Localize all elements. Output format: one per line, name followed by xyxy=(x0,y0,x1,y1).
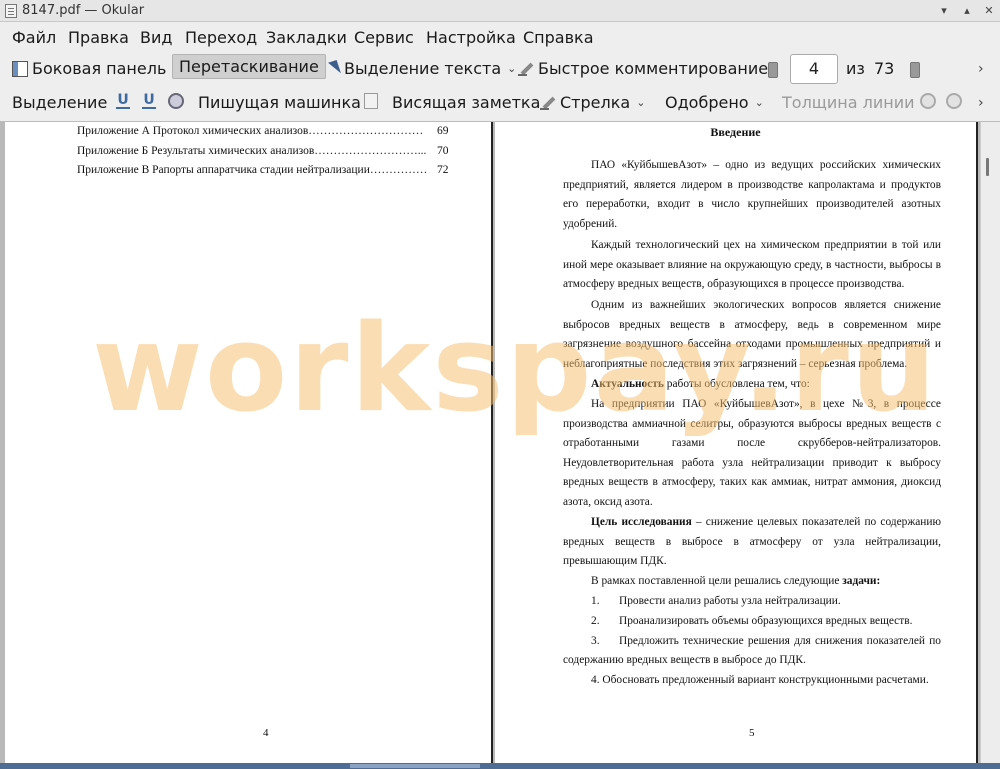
window-title: 8147.pdf — Okular xyxy=(22,3,145,18)
paragraph-text: В рамках поставленной цели решались след… xyxy=(591,575,843,587)
horizontal-scrollbar[interactable] xyxy=(0,763,1000,769)
opacity-tool[interactable] xyxy=(946,93,962,109)
bold-term: Актуальность xyxy=(591,378,664,390)
menu-bookmarks[interactable]: Закладки xyxy=(266,28,347,47)
list-item: Проанализировать объемы образующихся вре… xyxy=(619,615,913,627)
page-number: 4 xyxy=(263,727,269,739)
page-divider xyxy=(491,122,493,763)
stamp-circle-icon xyxy=(168,93,184,109)
pen-icon xyxy=(518,61,534,77)
list-item-number: 1. xyxy=(591,595,600,607)
list-item: Предложить технические решения для сниже… xyxy=(619,635,941,647)
underline-icon: U xyxy=(116,92,130,109)
vertical-scrollbar[interactable] xyxy=(980,122,1000,763)
toc-entry-page: 69 xyxy=(437,125,449,137)
squiggle-tool[interactable]: U xyxy=(142,93,156,109)
menu-edit[interactable]: Правка xyxy=(68,28,129,47)
list-item: 4. Обосновать предложенный вариант конст… xyxy=(591,674,929,686)
menu-view[interactable]: Вид xyxy=(140,28,172,47)
underline-tool[interactable]: U xyxy=(116,93,130,109)
toc-entry-page: 70 xyxy=(437,145,449,157)
maximize-icon[interactable]: ▴ xyxy=(960,4,974,18)
paragraph: Одним из важнейших экологических вопросо… xyxy=(563,299,941,370)
sidebar-label: Боковая панель xyxy=(32,59,167,78)
quick-comment-button[interactable]: Быстрое комментирование xyxy=(518,59,768,78)
toolbar-overflow-icon[interactable]: › xyxy=(978,95,984,111)
chevron-down-icon[interactable]: ⌄ xyxy=(636,96,645,109)
sticky-note-button[interactable]: Висящая заметка xyxy=(392,93,540,112)
text-select-label: Выделение текста xyxy=(344,59,502,78)
page-of-label: из xyxy=(846,59,865,78)
strikeout-tool[interactable] xyxy=(168,93,184,109)
paragraph: ПАО «КуйбышевАзот» – одно из ведущих рос… xyxy=(563,159,941,230)
toc-entry-page: 72 xyxy=(437,164,449,176)
previous-page-icon[interactable] xyxy=(768,62,778,78)
annotation-toolbar: Выделение U U Пишущая машинка Висящая за… xyxy=(0,86,1000,122)
page-number-input[interactable]: 4 xyxy=(790,54,838,84)
document-view[interactable]: Приложение А Протокол химических анализо… xyxy=(0,122,1000,763)
list-item: Провести анализ работы узла нейтрализаци… xyxy=(619,595,841,607)
browse-mode-button[interactable]: Перетаскивание xyxy=(172,54,326,79)
sidebar-icon xyxy=(12,60,28,77)
close-icon[interactable]: ✕ xyxy=(982,4,996,18)
page-total: 73 xyxy=(874,59,895,78)
squiggle-underline-icon: U xyxy=(142,92,156,109)
minimize-icon[interactable]: ▾ xyxy=(937,4,951,18)
paragraph: В рамках поставленной цели решались след… xyxy=(563,572,941,592)
page-4: Приложение А Протокол химических анализо… xyxy=(5,122,491,763)
arrow-tool-label: Стрелка xyxy=(560,93,631,112)
paragraph-text: работы обусловлена тем, что: xyxy=(663,378,810,390)
next-page-icon[interactable] xyxy=(910,62,920,78)
paragraph: Цель исследования – снижение целевых пок… xyxy=(563,513,941,572)
text-select-button[interactable]: Выделение текста ⌄ xyxy=(328,59,516,78)
note-icon xyxy=(364,93,378,109)
color-tool[interactable] xyxy=(920,93,936,109)
title-bar: 8147.pdf — Okular ▾ ▴ ✕ xyxy=(0,0,1000,22)
page-divider xyxy=(976,122,978,763)
cursor-icon xyxy=(328,61,340,77)
sidebar-button[interactable]: Боковая панель xyxy=(12,59,166,78)
paragraph: Актуальность работы обусловлена тем, что… xyxy=(563,375,941,395)
paragraph: Каждый технологический цех на химическом… xyxy=(563,239,941,291)
stamp-tool-button[interactable]: Одобрено ⌄ xyxy=(665,93,764,112)
select-tool-button[interactable]: Выделение xyxy=(12,93,107,112)
toolbar-overflow-icon[interactable]: › xyxy=(978,61,984,77)
scrollbar-thumb[interactable] xyxy=(986,158,989,176)
pen-icon xyxy=(540,95,556,111)
browse-mode-label: Перетаскивание xyxy=(179,57,319,76)
list-item-number: 3. xyxy=(591,635,600,647)
toc-entry-appendix-v: Приложение В Рапорты аппаратчика стадии … xyxy=(77,164,428,176)
toc-entry-appendix-b: Приложение Б Результаты химических анали… xyxy=(77,145,427,157)
toc-entry-appendix-a: Приложение А Протокол химических анализо… xyxy=(77,125,424,137)
horizontal-scrollbar-thumb[interactable] xyxy=(350,764,480,768)
section-heading: Введение xyxy=(710,125,761,139)
typewriter-button[interactable]: Пишущая машинка xyxy=(198,93,361,112)
okular-app-icon xyxy=(5,4,17,18)
main-toolbar: Боковая панель Перетаскивание Выделение … xyxy=(0,52,1000,88)
page-5: Введение ПАО «КуйбышевАзот» – одно из ве… xyxy=(495,122,976,763)
menu-help[interactable]: Справка xyxy=(523,28,594,47)
paragraph: На предприятии ПАО «КуйбышевАзот», в цех… xyxy=(563,398,941,508)
page-number: 5 xyxy=(749,727,755,739)
line-width-button[interactable]: Толщина линии xyxy=(782,93,915,112)
stamp-tool-label: Одобрено xyxy=(665,93,749,112)
quick-comment-label: Быстрое комментирование xyxy=(538,59,769,78)
menu-settings[interactable]: Настройка xyxy=(426,28,516,47)
bold-term: Цель исследования xyxy=(591,516,692,528)
note-tool[interactable] xyxy=(364,93,378,109)
paragraph-text: содержанию вредных веществ в выбросе до … xyxy=(563,654,806,666)
bold-term: задачи: xyxy=(842,575,881,587)
arrow-tool-button[interactable]: Стрелка ⌄ xyxy=(540,93,645,112)
chevron-down-icon[interactable]: ⌄ xyxy=(755,96,764,109)
color-wheel-icon xyxy=(920,93,936,109)
menu-bar: Файл Правка Вид Переход Закладки Сервис … xyxy=(0,22,1000,52)
chevron-down-icon[interactable]: ⌄ xyxy=(507,62,516,75)
opacity-icon xyxy=(946,93,962,109)
menu-go[interactable]: Переход xyxy=(185,28,257,47)
list-item-number: 2. xyxy=(591,615,600,627)
menu-file[interactable]: Файл xyxy=(12,28,56,47)
menu-tools[interactable]: Сервис xyxy=(354,28,414,47)
